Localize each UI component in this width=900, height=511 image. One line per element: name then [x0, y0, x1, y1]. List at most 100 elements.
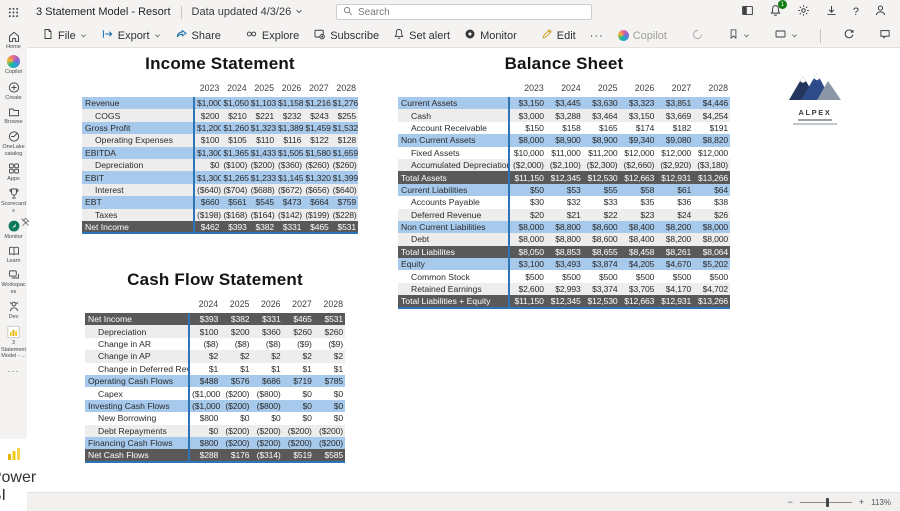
table-cell: $1 — [189, 363, 220, 375]
notifications-button[interactable]: 1 — [769, 4, 782, 20]
row-label: Gross Profit — [82, 122, 194, 134]
year-header: 2025 — [220, 297, 251, 313]
sidebar-more-button[interactable]: ··· — [0, 363, 27, 377]
row-label: New Borrowing — [85, 412, 189, 424]
zoom-in-button[interactable]: + — [859, 498, 864, 507]
table-cell: $2 — [220, 350, 251, 362]
table-cell: $3,851 — [656, 97, 693, 109]
table-cell: ($200) — [251, 425, 282, 437]
table-cell: ($8) — [251, 338, 282, 350]
data-updated-label: Data updated 4/3/26 — [192, 6, 292, 18]
table-cell: $8,900 — [546, 134, 583, 146]
table-cell: $500 — [583, 270, 620, 282]
table-cell: $12,345 — [546, 171, 583, 183]
zoom-slider-handle[interactable] — [826, 498, 829, 507]
sidebar-item-apps[interactable]: Apps — [0, 161, 27, 183]
table-cell: $12,663 — [619, 295, 656, 307]
explore-icon — [245, 28, 258, 43]
row-label: Operating Cash Flows — [85, 375, 189, 387]
table-cell: $3,669 — [656, 109, 693, 121]
table-cell: $12,000 — [693, 147, 730, 159]
sidebar-item-learn[interactable]: Learn — [0, 244, 27, 265]
table-cell: ($200) — [314, 425, 345, 437]
powerbi-home-tile[interactable]: Power BI — [0, 439, 27, 511]
year-header-row: 202320242025202620272028 — [398, 81, 730, 97]
sidebar-item-copilot[interactable]: Copilot — [0, 54, 27, 76]
table-cell: $4,254 — [693, 109, 730, 121]
monitor-button[interactable]: Monitor — [457, 25, 524, 47]
subscribe-button[interactable]: Subscribe — [306, 25, 386, 47]
more-options-button[interactable]: ··· — [583, 25, 611, 47]
income-statement-visual[interactable]: Income Statement 20232024202520262027202… — [82, 54, 358, 234]
settings-button[interactable] — [797, 4, 810, 20]
sidebar-item-scorecards[interactable]: Scorecards — [0, 186, 27, 215]
comments-button[interactable] — [872, 25, 898, 47]
set-alert-button[interactable]: Set alert — [386, 25, 457, 47]
data-updated-dropdown[interactable]: Data updated 4/3/26 — [192, 6, 304, 18]
table-cell: $500 — [546, 270, 583, 282]
table-cell: ($640) — [194, 184, 221, 196]
help-button[interactable]: ? — [853, 6, 859, 18]
table-cell: ($200) — [283, 425, 314, 437]
sidebar-item-onelake-catalog[interactable]: OneLake catalog — [0, 129, 27, 158]
table-row: Non Current Assets$8,000$8,900$8,900$9,3… — [398, 134, 730, 146]
table-cell: $0 — [314, 400, 345, 412]
table-row: Total Assets$11,150$12,345$12,530$12,663… — [398, 171, 730, 183]
table-cell: ($3,180) — [693, 159, 730, 171]
row-label: Cash — [398, 109, 509, 121]
zoom-slider[interactable] — [800, 498, 852, 507]
table-cell: $3,464 — [583, 109, 620, 121]
export-button[interactable]: Export — [94, 25, 168, 47]
table-cell: $64 — [693, 184, 730, 196]
table-cell: ($168) — [221, 209, 248, 221]
zoom-out-button[interactable]: − — [788, 498, 793, 507]
sidebar-item-dev[interactable]: Dev — [0, 299, 27, 321]
table-cell: $21 — [546, 209, 583, 221]
table-cell: $1 — [314, 363, 345, 375]
account-button[interactable] — [874, 4, 887, 20]
file-button[interactable]: File — [35, 25, 94, 47]
history-button[interactable] — [684, 25, 711, 47]
dev-icon — [7, 300, 21, 313]
year-header: 2024 — [546, 81, 583, 97]
sidebar-item-home[interactable]: Home — [0, 29, 27, 51]
edit-button[interactable]: Edit — [534, 25, 583, 47]
table-cell: $8,000 — [509, 233, 546, 245]
sidebar-item-create[interactable]: Create — [0, 80, 27, 102]
explore-button[interactable]: Explore — [238, 25, 306, 47]
table-cell: $4,170 — [656, 283, 693, 295]
copilot-button[interactable]: Copilot — [611, 25, 674, 47]
app-launcher-button[interactable] — [0, 0, 27, 24]
row-label: Investing Cash Flows — [85, 400, 189, 412]
row-label: Change in Deferred Rev — [85, 363, 189, 375]
table-cell: $12,530 — [583, 295, 620, 307]
table-cell: $1,233 — [249, 171, 276, 183]
row-label: Net Income — [82, 221, 194, 233]
sidebar-item-report[interactable]: 3 Statement Model - ... — [0, 324, 27, 360]
cash-flow-visual[interactable]: Cash Flow Statement 20242025202620272028… — [85, 270, 345, 463]
sidebar-item-browse[interactable]: Browse — [0, 105, 27, 126]
balance-sheet-visual[interactable]: Balance Sheet 202320242025202620272028Cu… — [398, 54, 730, 309]
table-cell: $30 — [509, 196, 546, 208]
year-header: 2025 — [249, 81, 276, 97]
workspaces-icon — [7, 269, 21, 281]
year-header: 2026 — [276, 81, 303, 97]
search-input[interactable]: Search — [336, 4, 592, 20]
share-button[interactable]: Share — [168, 25, 228, 47]
table-cell: $3,374 — [583, 283, 620, 295]
refresh-button[interactable] — [836, 25, 862, 47]
table-cell: $13,266 — [693, 295, 730, 307]
side-pane-toggle-button[interactable] — [741, 4, 754, 20]
table-cell: $2 — [189, 350, 220, 362]
download-button[interactable] — [825, 4, 838, 20]
sidebar-item-monitor[interactable]: Monitor — [0, 218, 27, 241]
person-icon — [874, 4, 887, 20]
subscribe-label: Subscribe — [330, 30, 379, 42]
table-cell: $8,261 — [656, 246, 693, 258]
bookmarks-button[interactable] — [721, 25, 757, 47]
table-cell: ($200) — [220, 425, 251, 437]
view-button[interactable] — [767, 25, 805, 47]
table-cell: $8,200 — [656, 221, 693, 233]
sidebar-item-workspaces[interactable]: Workspaces — [0, 268, 27, 296]
notification-badge: 1 — [778, 0, 787, 9]
